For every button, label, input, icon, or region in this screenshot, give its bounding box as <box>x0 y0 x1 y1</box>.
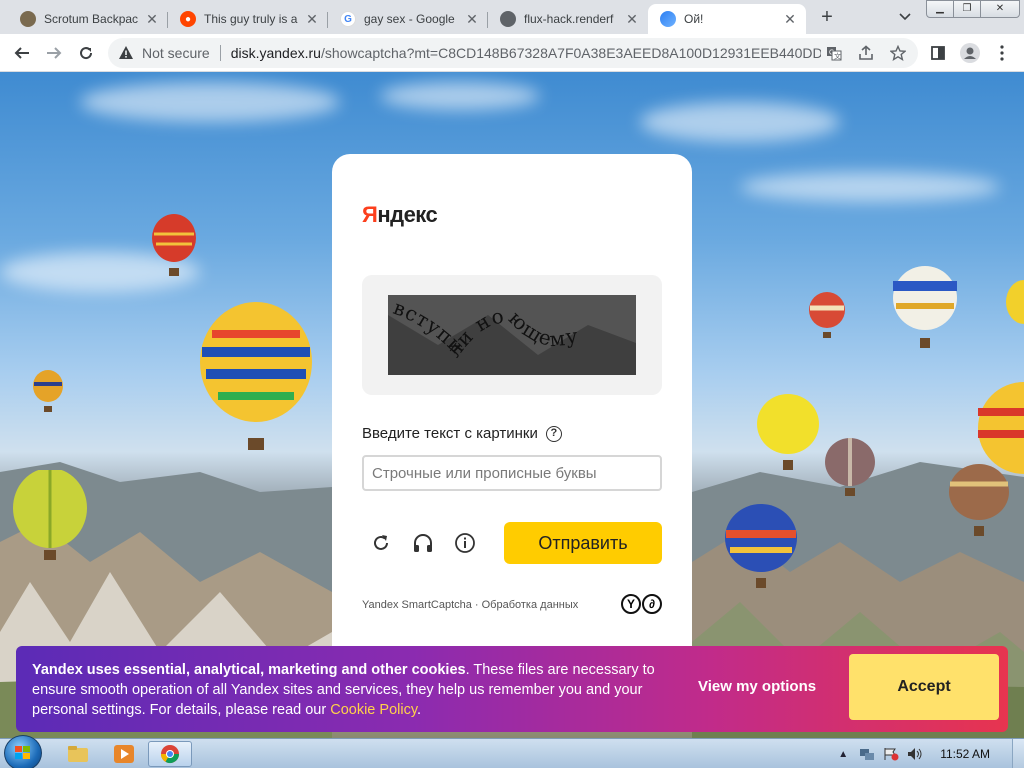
info-icon[interactable] <box>452 530 478 556</box>
close-tab-icon[interactable]: ✕ <box>464 11 480 27</box>
captcha-answer-input[interactable] <box>362 455 662 491</box>
minimize-button[interactable]: ▁ <box>926 0 954 18</box>
tab-reddit[interactable]: ● This guy truly is a ✕ <box>168 4 328 34</box>
captcha-prompt-label: Введите текст с картинки <box>362 425 538 442</box>
svg-text:文: 文 <box>834 52 841 61</box>
tab-title: flux-hack.renderf <box>524 12 614 26</box>
accept-cookies-button[interactable]: Accept <box>849 654 999 720</box>
google-icon: G <box>340 11 356 27</box>
captcha-footer[interactable]: Yandex SmartCaptcha · Обработка данных <box>362 599 578 611</box>
share-icon[interactable] <box>858 45 874 61</box>
bookmark-star-icon[interactable] <box>890 45 906 61</box>
volume-icon[interactable] <box>906 746 924 762</box>
cookie-message: Yandex uses essential, analytical, marke… <box>32 660 672 720</box>
tab-google[interactable]: G gay sex - Google ✕ <box>328 4 488 34</box>
media-player-taskbar-icon[interactable] <box>102 741 146 767</box>
restore-button[interactable]: ❐ <box>953 0 981 18</box>
window-controls: ▁ ❐ ✕ <box>926 0 1020 18</box>
tab-scrotum-backpack[interactable]: Scrotum Backpack ✕ <box>8 4 168 34</box>
audio-headphones-icon[interactable] <box>410 530 436 556</box>
menu-kebab-icon[interactable] <box>992 43 1012 63</box>
warning-triangle-icon[interactable] <box>118 45 134 61</box>
show-hidden-icons-icon[interactable]: ▲ <box>834 746 852 762</box>
windows-taskbar: ▲ 11:52 AM <box>0 735 1024 768</box>
address-bar[interactable]: Not secure disk.yandex.ru/showcaptcha?mt… <box>108 38 918 68</box>
refresh-icon[interactable] <box>368 530 394 556</box>
url-text[interactable]: disk.yandex.ru/showcaptcha?mt=C8CD148B67… <box>231 45 821 61</box>
close-window-button[interactable]: ✕ <box>980 0 1020 18</box>
cookie-banner: Yandex uses essential, analytical, marke… <box>16 646 1008 732</box>
captcha-actions <box>368 530 494 556</box>
security-label[interactable]: Not secure <box>142 45 210 61</box>
network-icon[interactable] <box>858 746 876 762</box>
smartcaptcha-logo-icon: Y ∂ <box>620 594 662 614</box>
tab-title: gay sex - Google <box>364 12 455 26</box>
file-explorer-taskbar-icon[interactable] <box>56 741 100 767</box>
cookie-policy-link[interactable]: Cookie Policy <box>330 702 417 718</box>
reload-icon[interactable] <box>74 41 98 65</box>
forward-icon[interactable] <box>42 41 66 65</box>
cookie-message-bold: Yandex uses essential, analytical, marke… <box>32 662 466 678</box>
chrome-taskbar-icon[interactable] <box>148 741 192 767</box>
captcha-prompt: Введите текст с картинки ? <box>362 425 562 442</box>
close-tab-icon[interactable]: ✕ <box>624 11 640 27</box>
system-tray: ▲ 11:52 AM <box>834 739 1024 768</box>
url-host: disk.yandex.ru <box>230 45 321 61</box>
tab-yandex-captcha[interactable]: Ой! ✕ <box>648 4 806 34</box>
help-icon[interactable]: ? <box>545 425 562 442</box>
tab-title: Scrotum Backpack <box>44 12 138 26</box>
windows-logo-icon <box>15 746 30 759</box>
tab-title: This guy truly is a <box>204 12 298 26</box>
yandex-disk-icon <box>660 11 676 27</box>
captcha-image-container: вступили ноющему <box>362 275 662 395</box>
close-tab-icon[interactable]: ✕ <box>304 11 320 27</box>
logo-rest: ндекс <box>377 202 438 227</box>
browser-toolbar: Not secure disk.yandex.ru/showcaptcha?mt… <box>0 34 1024 72</box>
captcha-card: Яндекс вступили ноющему Введите текст с … <box>332 154 692 674</box>
globe-icon <box>500 11 516 27</box>
profile-avatar-icon[interactable] <box>960 43 980 63</box>
close-tab-icon[interactable]: ✕ <box>782 11 798 27</box>
clock[interactable]: 11:52 AM <box>940 747 990 761</box>
cookie-message-end: . <box>417 702 422 718</box>
reddit-icon: ● <box>180 11 196 27</box>
tab-title: Ой! <box>684 12 704 26</box>
logo-first-letter: Я <box>362 202 378 227</box>
view-options-button[interactable]: View my options <box>698 678 816 695</box>
page-viewport: Яндекс вступили ноющему Введите текст с … <box>0 72 1024 738</box>
new-tab-button[interactable]: + <box>814 6 840 30</box>
translate-icon[interactable]: G文 <box>826 45 842 61</box>
back-icon[interactable] <box>10 41 34 65</box>
side-panel-icon[interactable] <box>928 43 948 63</box>
action-center-flag-icon[interactable] <box>882 746 900 762</box>
submit-button[interactable]: Отправить <box>504 522 662 564</box>
bag-icon <box>20 11 36 27</box>
yandex-logo: Яндекс <box>362 202 438 228</box>
url-path: /showcaptcha?mt=C8CD148B67328A7F0A38E3AE… <box>320 45 821 61</box>
browser-tab-strip: Scrotum Backpack ✕ ● This guy truly is a… <box>0 0 1024 34</box>
close-tab-icon[interactable]: ✕ <box>144 11 160 27</box>
show-desktop-button[interactable] <box>1012 739 1024 768</box>
start-button[interactable] <box>4 735 42 768</box>
captcha-image: вступили ноющему <box>388 295 636 375</box>
tab-flux-hack[interactable]: flux-hack.renderf ✕ <box>488 4 648 34</box>
tab-search-chevron-icon[interactable] <box>894 6 916 28</box>
